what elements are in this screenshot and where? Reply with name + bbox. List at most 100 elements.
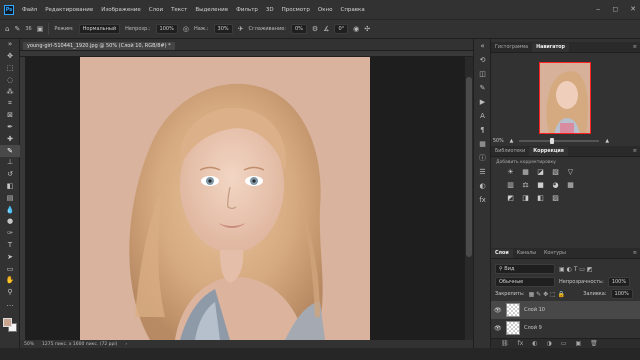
trash-icon[interactable]: 🗑 (590, 340, 598, 347)
marquee-tool-icon[interactable]: ⬚ (0, 63, 20, 75)
slider-knob[interactable] (549, 138, 554, 144)
rectangle-tool-icon[interactable]: ▭ (0, 263, 20, 275)
layer-opacity-field[interactable]: 100% (607, 277, 631, 287)
move-tool-icon[interactable]: ✥ (0, 51, 20, 63)
hue-saturation-icon[interactable]: ▥ (503, 181, 518, 189)
link-layers-icon[interactable]: ⛓ (501, 340, 509, 347)
eye-icon[interactable]: 👁 (494, 325, 502, 332)
actions-panel-icon[interactable]: ▶ (474, 95, 491, 109)
dodge-tool-icon[interactable]: ● (0, 216, 20, 228)
gear-icon[interactable]: ⚙ (312, 25, 318, 33)
menu-view[interactable]: Просмотр (278, 7, 314, 13)
navigator-preview[interactable] (539, 62, 591, 134)
tab-paths[interactable]: Контуры (540, 249, 570, 258)
close-icon[interactable]: ✕ (630, 5, 636, 13)
zoom-out-icon[interactable]: ▲ (510, 139, 514, 144)
blur-tool-icon[interactable]: 💧 (0, 204, 20, 216)
vibrance-icon[interactable]: ▽ (563, 168, 578, 176)
libraries-panel-icon[interactable]: ☰ (474, 165, 491, 179)
more-tools-icon[interactable]: … (0, 299, 20, 311)
levels-icon[interactable]: ▦ (518, 168, 533, 176)
brush-size-value[interactable]: 36 (25, 26, 31, 32)
foreground-color-swatch[interactable] (3, 318, 12, 327)
layer-name[interactable]: Слой 10 (524, 307, 545, 313)
character-panel-icon[interactable]: ¶ (474, 123, 491, 137)
panel-menu-icon[interactable]: ≡ (633, 44, 637, 50)
channel-mixer-icon[interactable]: ▦ (563, 181, 578, 189)
pressure-size-icon[interactable]: ◉ (353, 25, 359, 33)
navigator-zoom-value[interactable]: 50% (493, 139, 504, 144)
menu-file[interactable]: Файл (18, 7, 41, 13)
black-white-icon[interactable]: ■ (533, 181, 548, 189)
menu-layers[interactable]: Слои (145, 7, 167, 13)
zoom-tool-icon[interactable]: ⚲ (0, 287, 20, 299)
zoom-in-icon[interactable]: ▲ (605, 139, 609, 144)
layer-mask-icon[interactable]: ◐ (532, 340, 537, 347)
tab-adjustments[interactable]: Коррекция (529, 147, 568, 156)
tab-channels[interactable]: Каналы (513, 249, 540, 258)
brushes-panel-icon[interactable]: ✎ (474, 81, 491, 95)
maximize-icon[interactable]: ◻ (612, 5, 618, 13)
info-panel-icon[interactable]: ⓘ (474, 151, 491, 165)
symmetry-icon[interactable]: ✣ (364, 25, 370, 33)
pressure-opacity-icon[interactable]: ◎ (183, 25, 189, 33)
fill-field[interactable]: 100% (610, 289, 633, 299)
minimize-icon[interactable]: ‒ (596, 5, 600, 13)
healing-brush-tool-icon[interactable]: ✚ (0, 133, 20, 145)
document-tab[interactable]: young-girl-510441_1920.jpg @ 50% (Слой 1… (23, 42, 175, 50)
scrollbar-thumb[interactable] (466, 77, 472, 257)
mode-select[interactable]: Нормальный (78, 24, 121, 34)
color-panel-icon[interactable]: ◐ (474, 179, 491, 193)
flow-field[interactable]: 30% (213, 24, 233, 34)
blend-mode-select[interactable]: Обычные (495, 277, 555, 287)
filter-icons[interactable]: ▣ ◐ T ▭ ◩ (559, 266, 593, 273)
frame-tool-icon[interactable]: ⊠ (0, 110, 20, 122)
panel-menu-icon[interactable]: ≡ (633, 148, 637, 154)
layer-filter-select[interactable]: ⚲ Вид (495, 264, 555, 274)
history-brush-tool-icon[interactable]: ↺ (0, 169, 20, 181)
menu-image[interactable]: Изображение (97, 7, 145, 13)
quick-select-tool-icon[interactable]: ⁂ (0, 86, 20, 98)
menu-select[interactable]: Выделение (191, 7, 232, 13)
brush-settings-icon[interactable]: ▣ (37, 25, 44, 33)
photo-girl-portrait[interactable] (80, 57, 370, 340)
tab-navigator[interactable]: Навигатор (532, 43, 569, 52)
menu-type[interactable]: Текст (167, 7, 191, 13)
brush-preset-icon[interactable]: ✎ (14, 25, 20, 33)
path-selection-tool-icon[interactable]: ➤ (0, 251, 20, 263)
eye-icon[interactable]: 👁 (494, 307, 502, 314)
tab-histogram[interactable]: Гистограмма (491, 43, 532, 52)
smoothing-field[interactable]: 0% (290, 24, 307, 34)
layer-style-icon[interactable]: fx (518, 340, 524, 347)
glyphs-panel-icon[interactable]: A (474, 109, 491, 123)
curves-icon[interactable]: ◪ (533, 168, 548, 176)
menu-help[interactable]: Справка (336, 7, 368, 13)
clone-stamp-tool-icon[interactable]: ⊥ (0, 157, 20, 169)
menu-edit[interactable]: Редактирование (41, 7, 97, 13)
navigator-zoom-slider[interactable] (519, 138, 600, 144)
type-tool-icon[interactable]: T (0, 240, 20, 252)
panel-menu-icon[interactable]: ≡ (633, 250, 637, 256)
lasso-tool-icon[interactable]: ◌ (0, 74, 20, 86)
home-icon[interactable]: ⌂ (5, 25, 9, 33)
eyedropper-tool-icon[interactable]: ✒ (0, 122, 20, 134)
pen-tool-icon[interactable]: ✑ (0, 228, 20, 240)
layer-row[interactable]: 👁 Слой 9 (491, 319, 640, 337)
invert-icon[interactable]: ◩ (503, 194, 518, 202)
gradient-tool-icon[interactable]: ▤ (0, 192, 20, 204)
layer-name[interactable]: Слой 9 (524, 325, 542, 331)
lock-icons[interactable]: ▦ ✎ ✥ ⬚ 🔒 (529, 291, 566, 298)
crop-tool-icon[interactable]: ⌗ (0, 98, 20, 110)
angle-field[interactable]: 0° (334, 24, 349, 34)
status-arrow-icon[interactable]: › (125, 342, 127, 347)
menu-3d[interactable]: 3D (262, 7, 278, 13)
styles-panel-icon[interactable]: fx (474, 193, 491, 207)
hand-tool-icon[interactable]: ✋ (0, 275, 20, 287)
collapse-icon[interactable]: » (0, 39, 20, 51)
eraser-tool-icon[interactable]: ◧ (0, 181, 20, 193)
photo-filter-icon[interactable]: ◕ (548, 181, 563, 189)
tab-libraries[interactable]: Библиотеки (491, 147, 529, 156)
new-layer-icon[interactable]: ▣ (575, 340, 581, 347)
airbrush-icon[interactable]: ✈ (238, 25, 244, 33)
canvas[interactable] (26, 57, 465, 340)
